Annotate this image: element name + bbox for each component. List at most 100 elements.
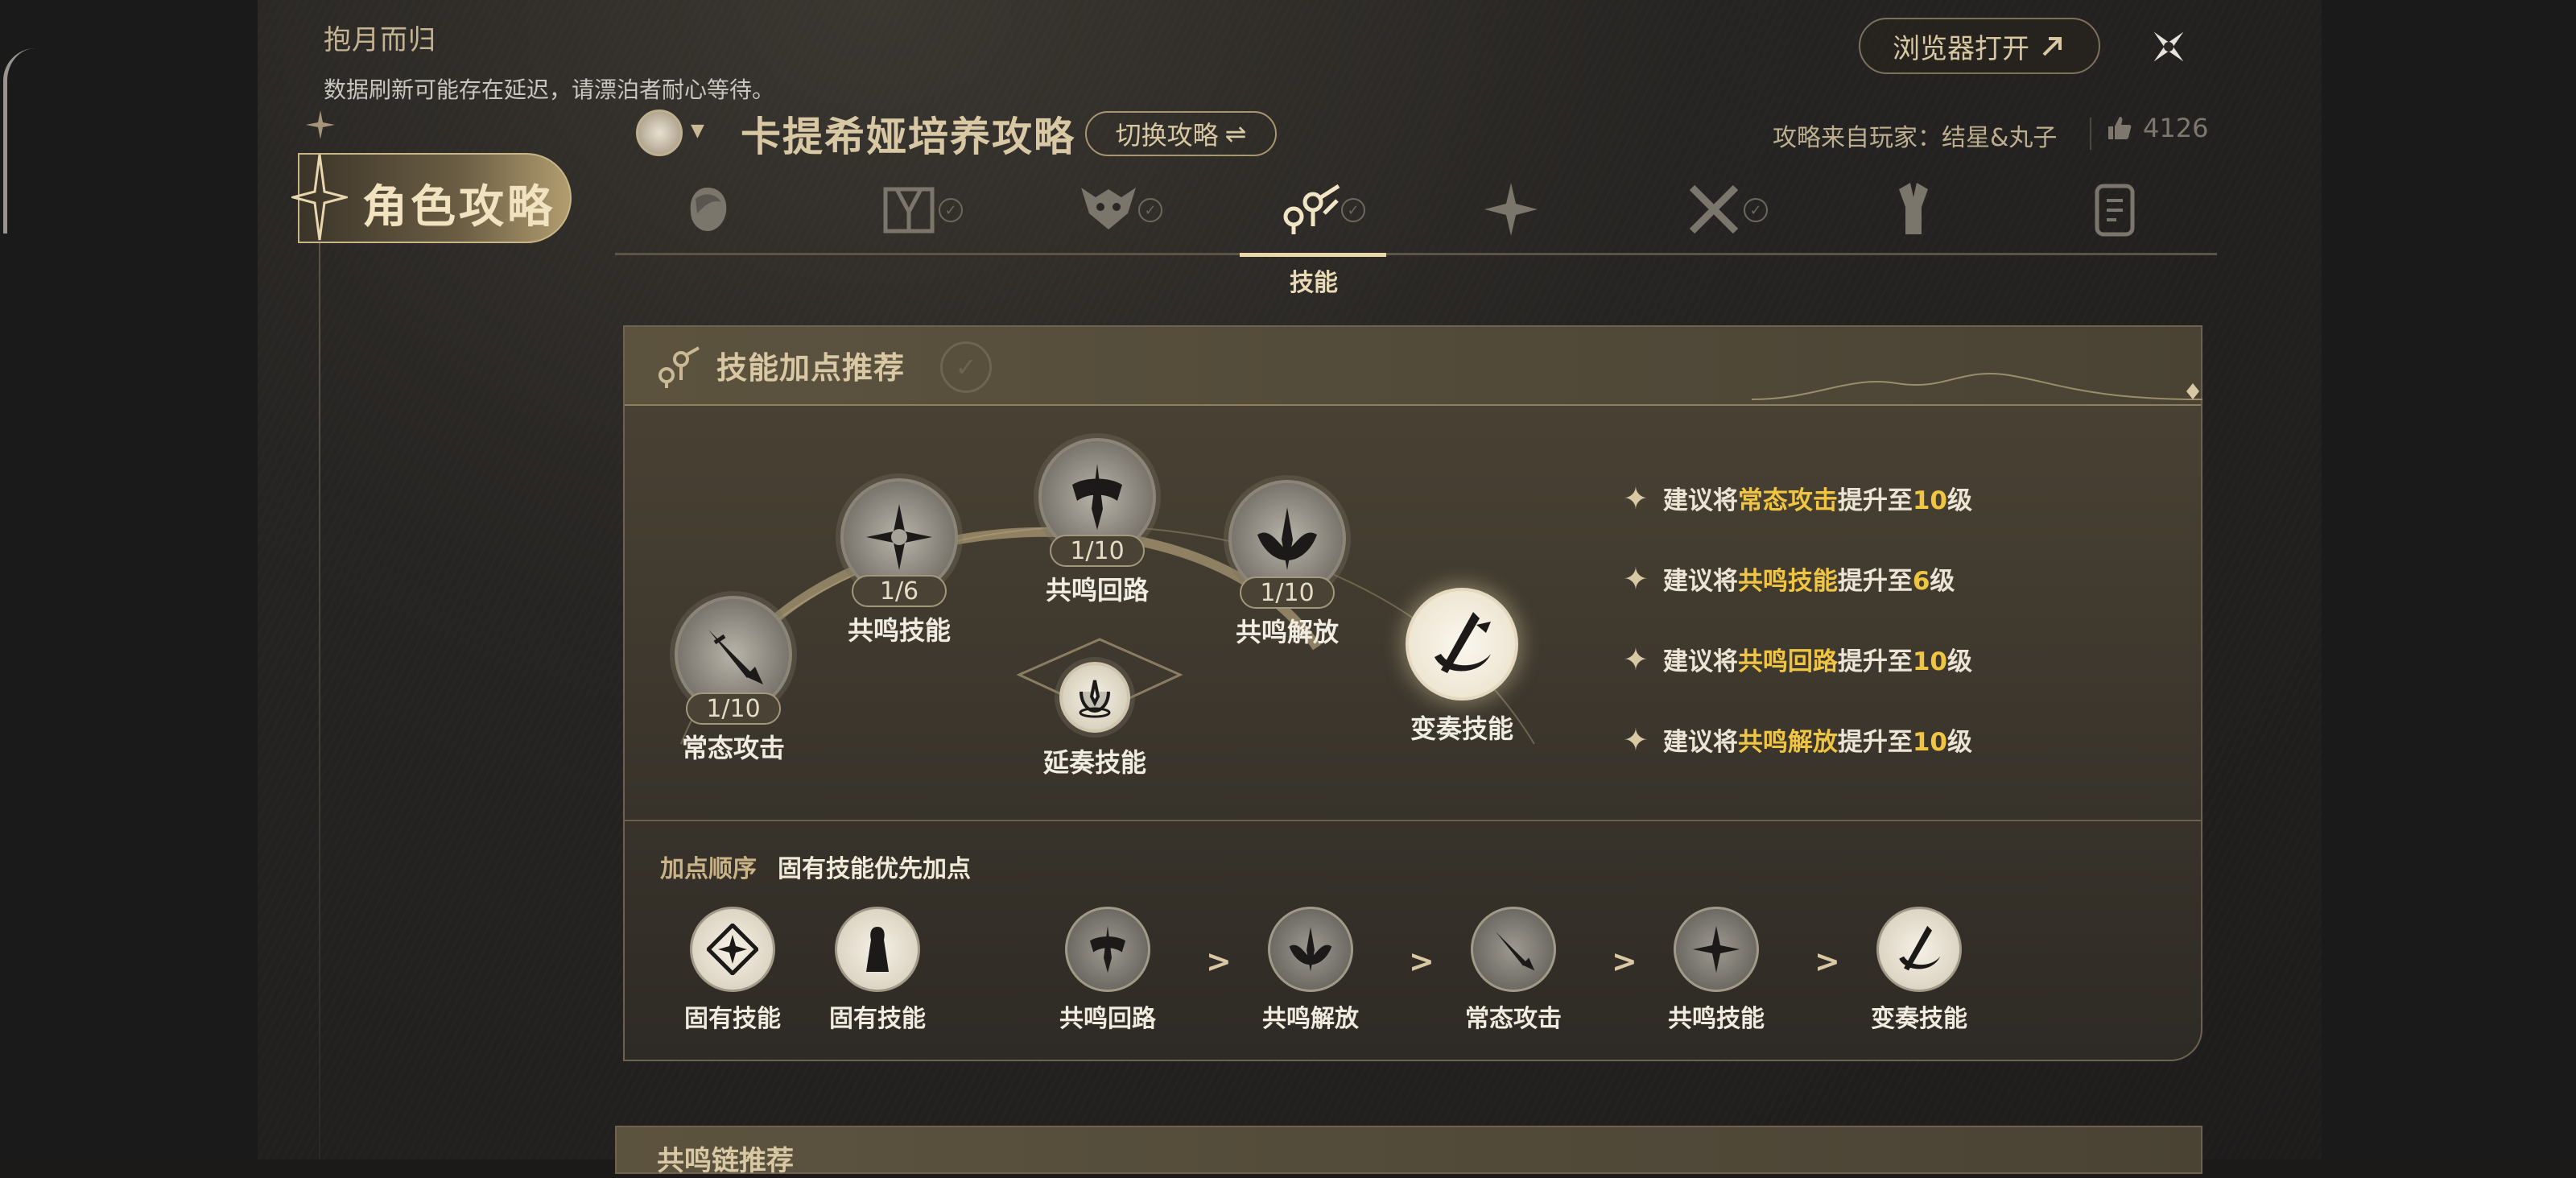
screen: 抱月而归 数据刷新可能存在延迟，请漂泊者耐心等待。 浏览器打开 角色攻略 ▼ 卡… [0,0,2576,1177]
skill-recommend-card: 技能加点推荐 ✓ 1/10 常态攻击 1/6 共鸣技能 1/10 共鸣回路 1/… [623,325,2202,1061]
order-step-label: 固有技能 [829,1005,926,1033]
tab-weapon[interactable]: ✓ [865,171,963,248]
skill-node-label: 共鸣解放 [1235,617,1339,647]
tabs-underline [615,253,2217,255]
blade-crest-icon [1089,925,1126,973]
order-step[interactable]: 变奏技能 [1863,907,1975,1034]
recommendation-item: ✦ 建议将共鸣回路提升至10级 [1623,641,1972,677]
open-in-browser-label: 浏览器打开 [1893,32,2029,65]
skill-node-normal-attack[interactable]: 1/10 常态攻击 [675,596,792,765]
sparkle-icon: ✦ [1623,480,1649,516]
skill-chain-icon [658,346,700,388]
skill-node-label: 共鸣技能 [847,615,951,646]
sword-icon [1495,931,1535,971]
tab-notes[interactable] [2070,171,2159,248]
check-icon: ✓ [1341,198,1365,222]
order-step[interactable]: 共鸣解放 [1254,907,1367,1034]
crown-ring-icon [1079,680,1111,718]
sparkle-icon [306,110,335,139]
recommendation-text: 建议将共鸣解放提升至10级 [1662,728,1972,757]
recommendation-text: 建议将常态攻击提升至10级 [1662,486,1972,515]
spear-swirl-icon [1899,925,1941,971]
figure-icon [866,927,889,972]
tab-combat[interactable]: ✓ [1670,171,1768,248]
sword-icon [708,630,763,684]
echo-mask-icon [1081,188,1136,229]
recommendation-item: ✦ 建议将常态攻击提升至10级 [1623,480,1972,516]
sparkle-icon: ✦ [1623,560,1649,597]
switch-guide-label: 切换攻略 [1115,120,1219,151]
card-title: 共鸣链推荐 [657,1145,794,1177]
order-step-circle [1876,907,1962,992]
skill-node-resonance-liberation[interactable]: 1/10 共鸣解放 [1228,480,1346,649]
chevron-down-icon[interactable]: ▼ [691,121,704,141]
order-step-label: 固有技能 [684,1005,781,1033]
skill-level-badge: 1/10 [686,692,781,725]
next-arrow-icon: > [1409,944,1435,979]
order-step[interactable]: 固有技能 [676,907,789,1034]
open-in-browser-button[interactable]: 浏览器打开 [1859,18,2100,74]
resonance-chain-card: 共鸣链推荐 [615,1126,2202,1177]
sparkle-icon: ✦ [1623,641,1649,677]
order-step-circle [1471,907,1556,992]
active-tab-indicator [1240,253,1386,257]
skill-node-intro[interactable]: 变奏技能 [1406,588,1518,746]
order-step[interactable]: 常态攻击 [1457,907,1570,1034]
order-step-circle [1674,907,1759,992]
order-value: 固有技能优先加点 [778,855,971,883]
winged-blade-icon [1289,927,1332,972]
skill-circle [1406,588,1518,701]
check-icon: ✓ [1138,198,1162,222]
diamond-star-icon [707,924,758,975]
order-step[interactable]: 共鸣技能 [1660,907,1773,1034]
order-step-circle [690,907,775,992]
order-step-label: 共鸣技能 [1668,1005,1765,1033]
like-button[interactable]: 4126 [2106,113,2208,143]
blade-crest-icon [1072,464,1122,530]
order-step-label: 共鸣回路 [1059,1005,1156,1033]
crossed-swords-icon [1689,184,1739,234]
order-step[interactable]: 共鸣回路 [1051,907,1164,1034]
tab-resonance-chain[interactable] [1467,171,1555,248]
order-step-circle [1268,907,1353,992]
like-count: 4126 [2143,113,2209,143]
skill-node-outro[interactable]: 延奏技能 [1043,662,1146,779]
author-prefix: 攻略来自玩家： [1773,124,1942,152]
skill-node-label: 共鸣回路 [1045,575,1149,606]
skill-node-label: 延奏技能 [1043,747,1147,778]
skill-node-resonance-circuit[interactable]: 1/10 共鸣回路 [1038,438,1156,607]
recommendation-item: ✦ 建议将共鸣解放提升至10级 [1623,721,1972,758]
starburst-icon [1692,925,1740,973]
notes-icon [2095,184,2135,237]
guide-tabs: ✓ ✓ ✓ ✓ [615,171,2217,251]
spear-swirl-icon [1435,612,1491,673]
delay-notice: 数据刷新可能存在延迟，请漂泊者耐心等待。 [324,76,775,103]
skill-chain-icon [1283,184,1340,234]
author-name: 结星&丸子 [1942,124,2058,152]
check-icon: ✓ [1744,198,1768,222]
thumbs-up-icon [2108,117,2132,139]
close-button[interactable] [2141,19,2196,74]
guide-author: 攻略来自玩家：结星&丸子 [1773,118,2057,153]
tab-character[interactable] [663,171,752,248]
tab-skill[interactable]: ✓ [1267,171,1365,248]
section-divider [625,820,2201,821]
order-step[interactable]: 固有技能 [821,907,934,1034]
character-icon [690,188,727,231]
sparkle-icon: ✦ [1623,721,1649,758]
skill-level-badge: 1/10 [1240,577,1335,609]
resonance-chain-icon [1484,183,1538,236]
tab-team[interactable] [1869,171,1958,248]
recommendation-text: 建议将共鸣技能提升至6级 [1662,567,1955,596]
character-avatar[interactable] [636,110,683,156]
check-icon: ✓ [940,341,992,393]
switch-guide-button[interactable]: 切换攻略 ⇌ [1085,111,1277,156]
skill-circle [1059,662,1130,733]
close-icon [2153,31,2184,62]
edge-swipe-handle [3,48,35,234]
skill-node-resonance-skill[interactable]: 1/6 共鸣技能 [840,478,958,647]
tab-echo[interactable]: ✓ [1064,171,1162,248]
next-arrow-icon: > [1612,944,1637,979]
recommendation-item: ✦ 建议将共鸣技能提升至6级 [1623,560,1955,597]
swap-arrows-icon: ⇌ [1224,118,1247,149]
